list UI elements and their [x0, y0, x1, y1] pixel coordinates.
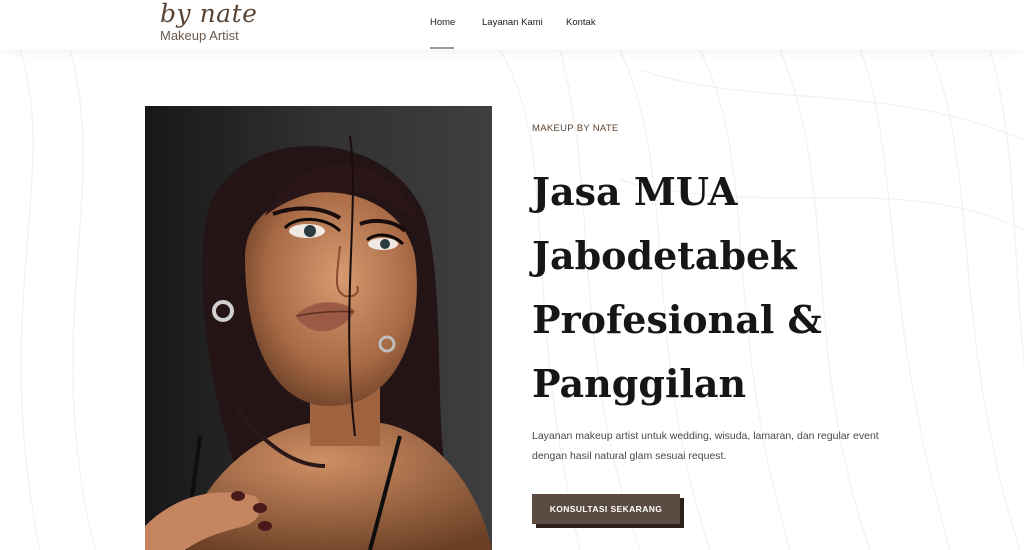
site-header: by nate Makeup Artist Home Layanan Kami … — [0, 0, 1024, 50]
nav-item-home[interactable]: Home — [430, 17, 456, 49]
nav-item-kontak[interactable]: Kontak — [566, 17, 596, 28]
headline-line: Profesional & — [532, 297, 822, 342]
nav-item-layanan-kami[interactable]: Layanan Kami — [482, 17, 543, 28]
logo-script-text: by nate — [160, 0, 258, 28]
hero-headline: Jasa MUA Jabodetabek Profesional & Pangg… — [532, 160, 892, 416]
nav-active-indicator — [430, 47, 454, 49]
hero-eyebrow: MAKEUP BY NATE — [532, 123, 619, 134]
headline-line: Jasa MUA — [532, 169, 738, 214]
nav-item-label: Kontak — [566, 17, 596, 28]
nav-item-label: Home — [430, 17, 456, 28]
brand-logo[interactable]: by nate Makeup Artist — [160, 0, 270, 48]
consultation-button[interactable]: KONSULTASI SEKARANG — [532, 494, 680, 524]
headline-line: Panggilan — [532, 361, 747, 406]
headline-line: Jabodetabek — [532, 233, 797, 278]
hero-portrait-image — [145, 106, 492, 550]
nav-item-label: Layanan Kami — [482, 17, 543, 28]
logo-subtitle: Makeup Artist — [160, 28, 239, 43]
hero-description: Layanan makeup artist untuk wedding, wis… — [532, 430, 879, 462]
